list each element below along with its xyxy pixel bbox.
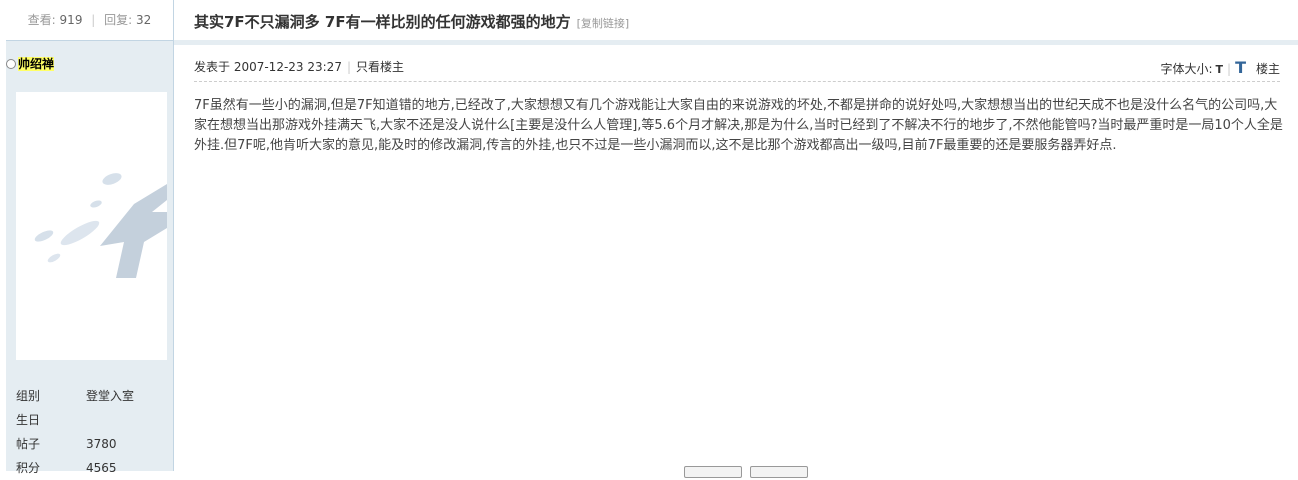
post-main: 其实7F不只漏洞多 7F有一样比别的任何游戏都强的地方 [复制链接] 发表于 20… <box>174 0 1298 478</box>
replies-label: 回复: <box>104 13 133 27</box>
font-big-button[interactable]: T <box>1235 58 1246 77</box>
post-content: 7F虽然有一些小的漏洞,但是7F知道错的地方,已经改了,大家想想又有几个游戏能让… <box>194 98 1283 153</box>
author-profile: 组别 登堂入室 生日 帖子 3780 积分 4565 <box>16 384 166 480</box>
profile-key: 生日 <box>16 413 41 427</box>
post-meta-left: 发表于 2007-12-23 23:27 | 只看楼主 <box>194 58 404 75</box>
profile-key: 帖子 <box>16 437 41 451</box>
avatar[interactable] <box>16 92 167 360</box>
font-size-label: 字体大小: <box>1160 62 1213 76</box>
author-name[interactable]: 帅绍禅 <box>18 57 55 71</box>
thread-stats: 查看: 919 | 回复: 32 <box>6 0 173 41</box>
profile-row-posts: 帖子 3780 <box>16 432 166 456</box>
profile-row-group: 组别 登堂入室 <box>16 384 166 408</box>
profile-value: 3780 <box>86 437 117 451</box>
post-date: 发表于 2007-12-23 23:27 <box>194 60 342 74</box>
font-small-button[interactable]: T <box>1216 63 1224 76</box>
post-action-button[interactable] <box>684 466 742 478</box>
post-action-button[interactable] <box>750 466 808 478</box>
stats-divider: | <box>91 13 96 27</box>
copy-link-button[interactable]: [复制链接] <box>577 17 630 30</box>
profile-row-points: 积分 4565 <box>16 456 166 480</box>
font-size-divider: | <box>1227 62 1232 76</box>
floor-label: 楼主 <box>1255 62 1280 76</box>
profile-row-birthday: 生日 <box>16 408 166 432</box>
post-meta-right: 字体大小: T | T 楼主 <box>1160 58 1280 77</box>
post-title-bar: 其实7F不只漏洞多 7F有一样比别的任何游戏都强的地方 [复制链接] <box>174 0 1298 45</box>
author-name-link[interactable]: 帅绍禅 <box>6 55 55 72</box>
offline-status-icon <box>6 59 16 69</box>
profile-value: 登堂入室 <box>86 389 135 403</box>
profile-key: 组别 <box>16 389 41 403</box>
replies-count: 32 <box>136 13 152 27</box>
views-label: 查看: <box>27 13 56 27</box>
profile-key: 积分 <box>16 461 41 475</box>
views-count: 919 <box>59 13 83 27</box>
post-title: 其实7F不只漏洞多 7F有一样比别的任何游戏都强的地方 [复制链接] <box>194 11 629 32</box>
post-title-text: 其实7F不只漏洞多 7F有一样比别的任何游戏都强的地方 <box>194 13 571 31</box>
post-meta: 发表于 2007-12-23 23:27 | 只看楼主 字体大小: T | T 楼主 <box>194 57 1280 82</box>
only-author-link[interactable]: 只看楼主 <box>356 60 404 74</box>
meta-divider: | <box>346 60 351 74</box>
profile-value: 4565 <box>86 461 117 475</box>
avatar-image <box>34 173 167 278</box>
